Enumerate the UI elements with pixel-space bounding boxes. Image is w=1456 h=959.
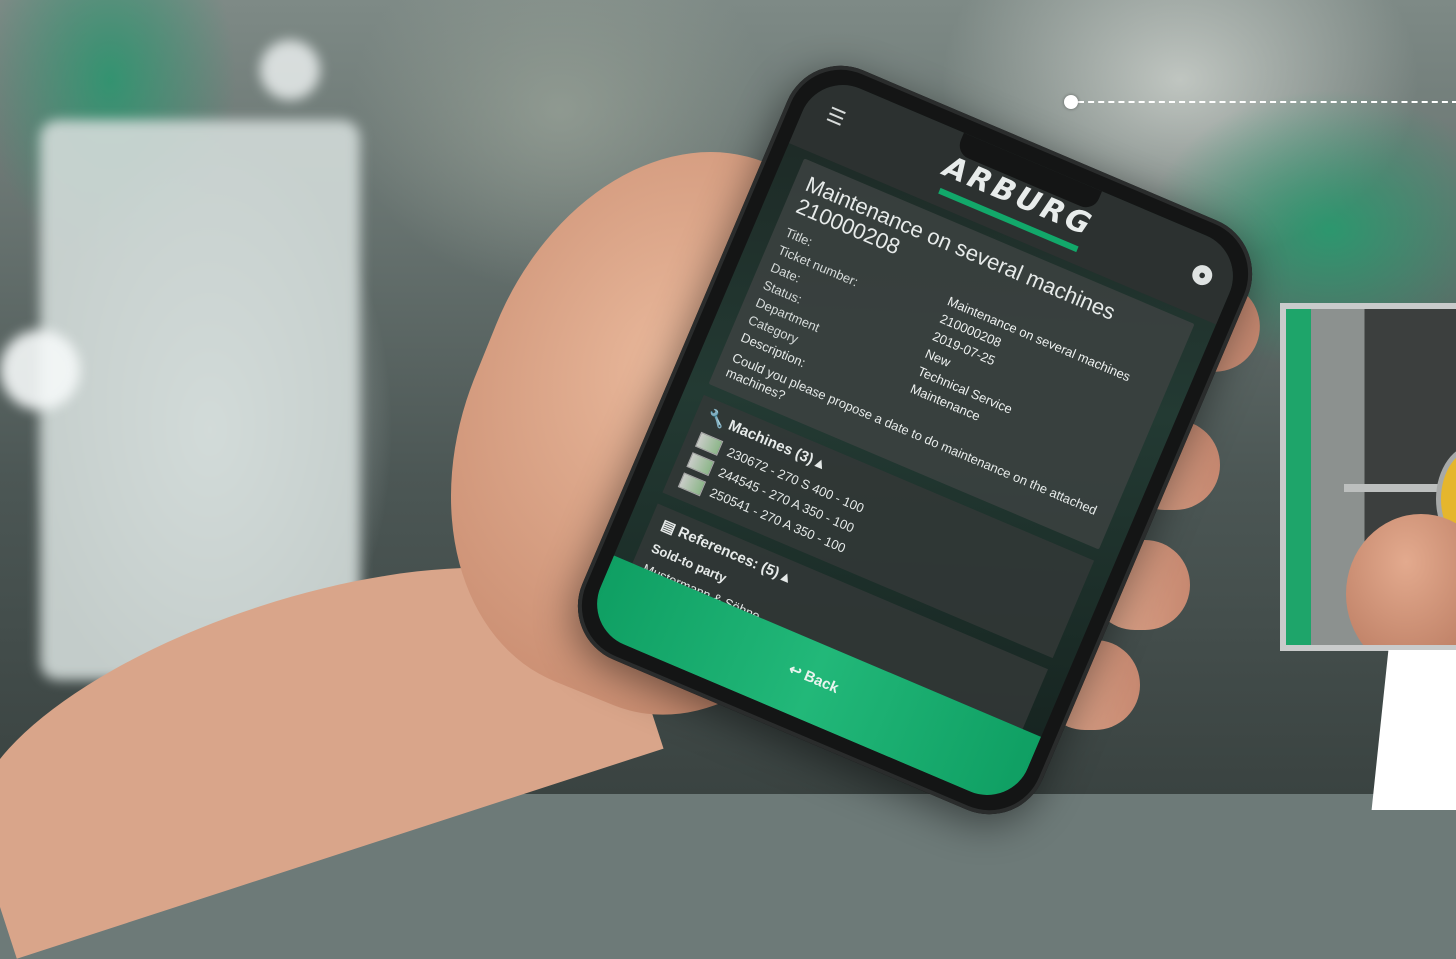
chevron-up-icon: ▴ — [813, 453, 827, 473]
back-label: Back — [801, 667, 842, 697]
callout-line — [1078, 101, 1456, 103]
light-blur — [260, 40, 320, 100]
callout-dot — [1064, 95, 1078, 109]
machine-thumbnail-icon — [677, 472, 707, 497]
back-button[interactable]: ↩ Back — [786, 660, 841, 697]
inset-photo — [1280, 303, 1456, 651]
user-icon[interactable]: ● — [1189, 262, 1216, 289]
hand-inset — [1346, 514, 1456, 645]
chevron-up-icon: ▴ — [779, 567, 793, 587]
hamburger-icon[interactable]: ☰ — [823, 104, 852, 132]
light-blur — [0, 330, 80, 410]
